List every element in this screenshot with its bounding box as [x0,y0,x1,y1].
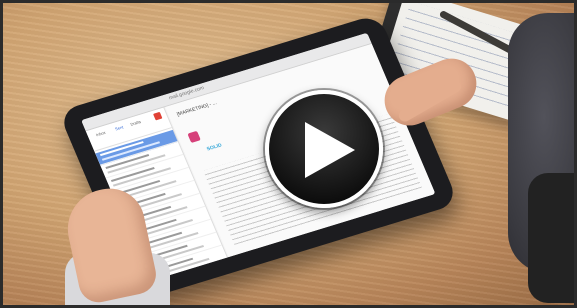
mail-tab-inbox: Inbox [95,129,107,138]
mail-tab-drafts: Drafts [129,119,142,127]
email-subject: [MARKETING] - ... [176,100,218,118]
compose-icon [153,111,163,121]
play-button[interactable] [265,90,383,208]
company-logo: SOLID [205,142,223,153]
mail-tab-sent: Sent [114,124,125,132]
avatar [187,130,201,144]
jacket-cuff [528,173,574,303]
video-thumbnail[interactable]: mail.google.com Inbox Sent Drafts [MARKE… [0,0,577,308]
play-icon [305,122,355,178]
